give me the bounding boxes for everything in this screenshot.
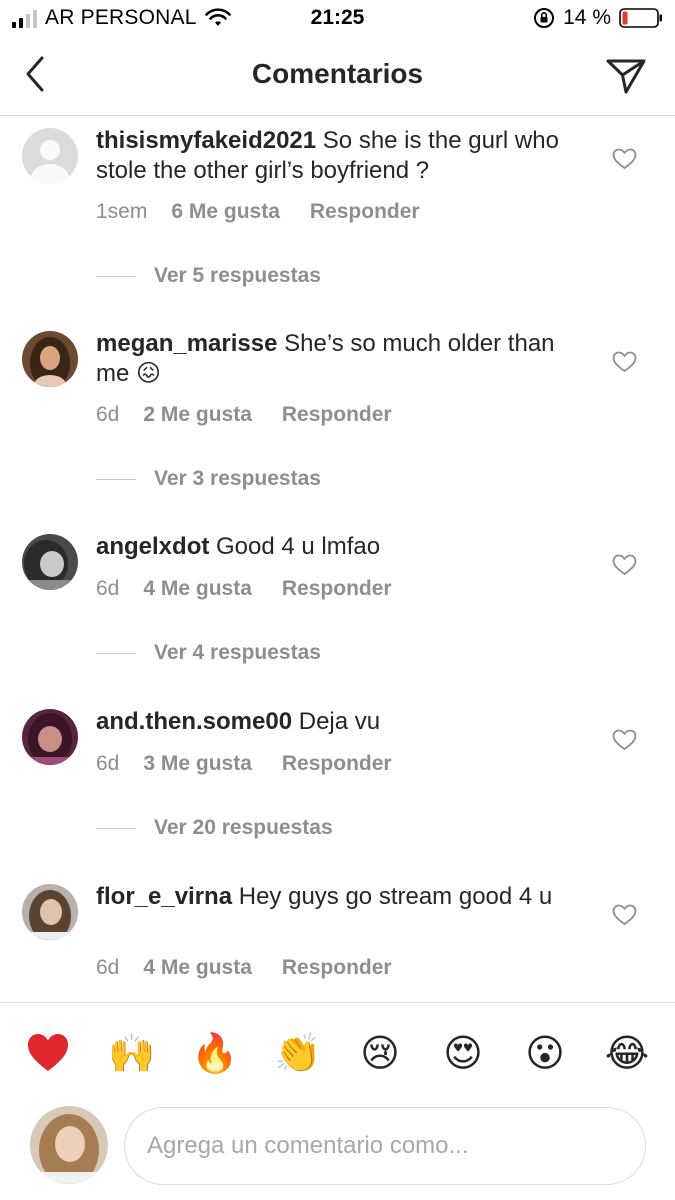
heart-icon[interactable] <box>612 351 637 373</box>
comment-username[interactable]: angelxdot <box>96 533 209 560</box>
emoji-cry-button[interactable]: 😢 <box>357 1031 403 1077</box>
view-replies-label: Ver 4 respuestas <box>154 641 321 664</box>
heart-icon[interactable] <box>612 554 637 576</box>
comment-item: thisismyfakeid2021 So she is the gurl wh… <box>0 117 675 317</box>
comment-username[interactable]: thisismyfakeid2021 <box>96 127 316 154</box>
like-count[interactable]: 4 Me gusta <box>143 577 252 601</box>
like-count[interactable]: 4 Me gusta <box>143 956 252 980</box>
reply-button[interactable]: Responder <box>282 577 392 601</box>
avatar[interactable] <box>22 709 78 765</box>
comment-username[interactable]: and.then.some00 <box>96 708 292 735</box>
emoji-surprised-button[interactable]: 😮 <box>522 1031 568 1077</box>
view-replies-button[interactable]: Ver 5 respuestas <box>96 264 321 288</box>
avatar[interactable] <box>22 128 78 184</box>
comment-item: flor_e_virna Hey guys go stream good 4 u… <box>0 873 675 1002</box>
emoji-laugh-button[interactable]: 😂 <box>604 1031 650 1077</box>
comment-item: and.then.some00 Deja vu 6d 3 Me gusta Re… <box>0 698 675 873</box>
view-replies-label: Ver 20 respuestas <box>154 816 333 839</box>
heart-icon[interactable] <box>612 148 637 170</box>
emoji-raised-hands-button[interactable]: 🙌 <box>108 1031 156 1077</box>
avatar <box>30 1106 108 1184</box>
comment-time: 6d <box>96 577 120 600</box>
comment-time: 6d <box>96 403 120 426</box>
heart-eyes-icon: 😍 <box>443 1033 483 1075</box>
emoji-clap-button[interactable]: 👏 <box>274 1031 322 1077</box>
view-replies-label: Ver 3 respuestas <box>154 467 321 490</box>
comment-meta: 1sem 6 Me gusta Responder <box>96 200 420 224</box>
comment-username[interactable]: flor_e_virna <box>96 883 232 910</box>
avatar[interactable] <box>22 534 78 590</box>
comment-username[interactable]: megan_marisse <box>96 330 277 357</box>
raised-hands-icon: 🙌 <box>108 1033 156 1075</box>
clapping-hands-icon: 👏 <box>274 1033 322 1075</box>
reply-button[interactable]: Responder <box>282 403 392 427</box>
emoji-heart-eyes-button[interactable]: 😍 <box>440 1031 486 1077</box>
comment-body: Deja vu <box>298 708 381 735</box>
view-replies-button[interactable]: Ver 4 respuestas <box>96 641 321 665</box>
comment-input[interactable] <box>124 1107 646 1185</box>
paper-plane-icon[interactable] <box>605 56 647 96</box>
like-count[interactable]: 3 Me gusta <box>143 752 252 776</box>
comment-item: angelxdot Good 4 u lmfao 6d 4 Me gusta R… <box>0 523 675 698</box>
rotation-lock-icon <box>534 8 555 28</box>
status-bar: AR PERSONAL 21:25 14 % <box>0 0 675 40</box>
avatar[interactable] <box>22 331 78 387</box>
comment-text: angelxdot Good 4 u lmfao <box>96 532 566 562</box>
comment-time: 1sem <box>96 200 148 223</box>
crying-face-icon: 😢 <box>360 1033 400 1075</box>
comment-composer <box>0 1094 675 1200</box>
battery-icon <box>619 8 662 28</box>
reply-button[interactable]: Responder <box>282 956 392 980</box>
quick-emoji-bar: 🙌 🔥 👏 😢 😍 😮 😂 <box>0 1002 675 1094</box>
view-replies-label: Ver 5 respuestas <box>154 264 321 287</box>
heart-icon[interactable] <box>612 904 637 926</box>
like-count[interactable]: 2 Me gusta <box>143 403 252 427</box>
comment-meta: 6d 4 Me gusta Responder <box>96 956 392 980</box>
comment-body: Hey guys go stream good 4 u <box>238 883 553 910</box>
avatar[interactable] <box>22 884 78 940</box>
comment-meta: 6d 4 Me gusta Responder <box>96 577 392 601</box>
comment-text: megan_marisse She’s so much older than m… <box>96 329 566 389</box>
view-replies-button[interactable]: Ver 20 respuestas <box>96 816 333 840</box>
divider <box>96 478 136 480</box>
comment-meta: 6d 3 Me gusta Responder <box>96 752 392 776</box>
tears-of-joy-icon: 😂 <box>604 1033 650 1075</box>
divider <box>96 652 136 654</box>
reply-button[interactable]: Responder <box>282 752 392 776</box>
reply-button[interactable]: Responder <box>310 200 420 224</box>
page-title: Comentarios <box>251 58 424 89</box>
comment-meta: 6d 2 Me gusta Responder <box>96 403 392 427</box>
comment-text: flor_e_virna Hey guys go stream good 4 u <box>96 882 566 912</box>
comment-time: 6d <box>96 752 120 775</box>
comment-body: Good 4 u lmfao <box>216 533 381 560</box>
comment-item: megan_marisse She’s so much older than m… <box>0 320 675 520</box>
emoji-heart-button[interactable] <box>25 1031 71 1077</box>
comment-text: and.then.some00 Deja vu <box>96 707 566 737</box>
comment-text: thisismyfakeid2021 So she is the gurl wh… <box>96 126 566 186</box>
comment-time: 6d <box>96 956 120 979</box>
divider <box>96 827 136 829</box>
like-count[interactable]: 6 Me gusta <box>171 200 280 224</box>
battery-percent: 14 % <box>563 6 611 29</box>
view-replies-button[interactable]: Ver 3 respuestas <box>96 467 321 491</box>
surprised-face-icon: 😮 <box>525 1033 565 1075</box>
comment-list[interactable]: thisismyfakeid2021 So she is the gurl wh… <box>0 117 675 1002</box>
emoji-fire-button[interactable]: 🔥 <box>191 1031 239 1077</box>
heart-icon[interactable] <box>612 729 637 751</box>
fire-icon: 🔥 <box>191 1033 239 1075</box>
divider <box>96 275 136 277</box>
header: Comentarios <box>0 40 675 116</box>
red-heart-icon <box>28 1034 68 1071</box>
